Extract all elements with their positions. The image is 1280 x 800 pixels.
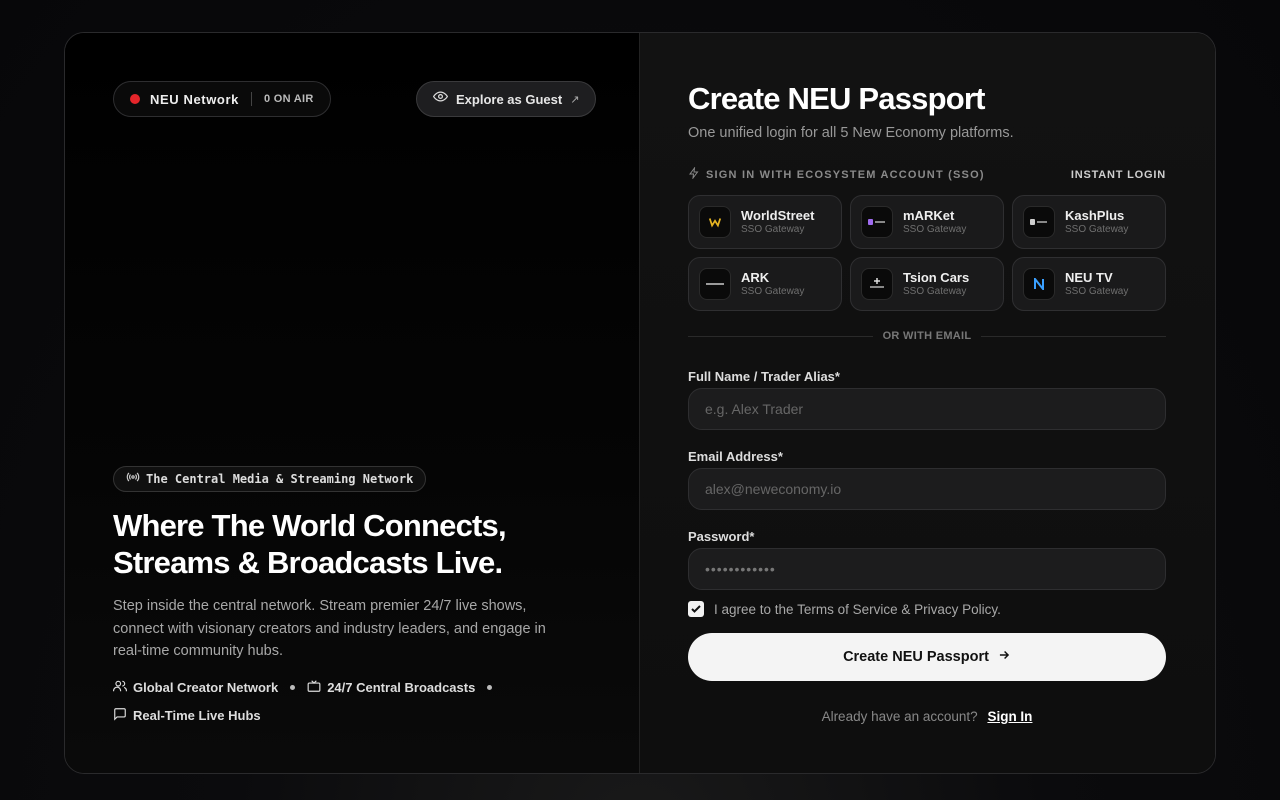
sso-name: mARKet: [903, 208, 955, 223]
ark-logo-icon: [699, 268, 731, 300]
sso-text: ARK SSO Gateway: [741, 270, 804, 298]
instant-login-label: INSTANT LOGIN: [1070, 168, 1166, 181]
sso-name: NEU TV: [1065, 270, 1113, 285]
sso-name: WorldStreet: [741, 208, 815, 223]
sso-name: Tsion Cars: [903, 270, 970, 285]
live-dot-icon: [130, 94, 140, 104]
sso-worldstreet-button[interactable]: WorldStreet SSO Gateway: [688, 195, 842, 249]
signin-prompt: Already have an account? Sign In: [688, 709, 1166, 724]
sso-ark-button[interactable]: ARK SSO Gateway: [688, 257, 842, 311]
feature-list: Global Creator Network 24/7 Central Broa…: [113, 679, 573, 723]
sso-name: KashPlus: [1065, 208, 1125, 223]
network-tag-text: The Central Media & Streaming Network: [146, 472, 414, 486]
sso-header: SIGN IN WITH ECOSYSTEM ACCOUNT (SSO) INS…: [688, 166, 1166, 182]
market-logo-icon: [861, 206, 893, 238]
feature-global-creator-network: Global Creator Network: [113, 679, 278, 695]
create-passport-button[interactable]: Create NEU Passport: [688, 633, 1166, 681]
terms-agreement: I agree to the Terms of Service & Privac…: [688, 601, 1001, 617]
email-input[interactable]: [688, 468, 1166, 510]
terms-text: I agree to the Terms of Service & Privac…: [714, 601, 1001, 617]
or-divider: OR WITH EMAIL: [688, 329, 1166, 343]
sso-tsion-cars-button[interactable]: Tsion Cars SSO Gateway: [850, 257, 1004, 311]
password-label: Password*: [688, 529, 755, 544]
broadcast-icon: [126, 470, 140, 489]
have-account-text: Already have an account?: [821, 709, 978, 724]
sso-provider-grid: WorldStreet SSO Gateway mARKet SSO Gatew…: [688, 195, 1166, 311]
eye-icon: [432, 89, 449, 109]
external-arrow-icon: ↗: [570, 93, 580, 106]
sso-text: mARKet SSO Gateway: [903, 208, 966, 236]
create-passport-label: Create NEU Passport: [843, 649, 989, 665]
network-tag: The Central Media & Streaming Network: [113, 466, 427, 492]
sso-subtitle: SSO Gateway: [1065, 224, 1129, 235]
kashplus-logo-icon: [1023, 206, 1055, 238]
password-value: ••••••••••••: [705, 561, 776, 577]
chat-icon: [113, 707, 127, 724]
terms-checkbox[interactable]: [688, 601, 704, 617]
sso-subtitle: SSO Gateway: [1065, 286, 1129, 297]
form-title: Create NEU Passport: [688, 81, 985, 116]
explore-as-guest-label: Explore as Guest: [456, 91, 563, 107]
feature-bullet: [487, 684, 493, 690]
sso-subtitle: SSO Gateway: [903, 224, 967, 235]
sso-neu-tv-button[interactable]: NEU TV SSO Gateway: [1012, 257, 1166, 311]
hero-headline: Where The World Connects, Streams & Broa…: [113, 508, 507, 580]
divider-line: [981, 335, 1166, 337]
sso-subtitle: SSO Gateway: [741, 224, 805, 235]
full-name-input[interactable]: [688, 388, 1166, 430]
sso-subtitle: SSO Gateway: [741, 286, 805, 297]
sso-text: NEU TV SSO Gateway: [1065, 270, 1128, 298]
password-input[interactable]: ••••••••••••: [688, 548, 1166, 590]
arrow-right-icon: [997, 648, 1011, 666]
sso-heading: SIGN IN WITH ECOSYSTEM ACCOUNT (SSO): [688, 166, 985, 182]
feature-central-broadcasts: 24/7 Central Broadcasts: [307, 679, 475, 695]
sso-market-button[interactable]: mARKet SSO Gateway: [850, 195, 1004, 249]
email-label: Email Address*: [688, 449, 783, 464]
network-name: NEU Network: [150, 91, 239, 107]
worldstreet-logo-icon: [699, 206, 731, 238]
tsion-cars-logo-icon: [861, 268, 893, 300]
tv-icon: [307, 679, 321, 696]
sso-name: ARK: [741, 270, 770, 285]
lightning-icon: [688, 166, 700, 182]
divider-text: OR WITH EMAIL: [882, 330, 972, 342]
feature-label: Real-Time Live Hubs: [133, 707, 261, 723]
full-name-label: Full Name / Trader Alias*: [688, 369, 840, 384]
on-air-count: 0 ON AIR: [263, 93, 314, 105]
sign-in-link[interactable]: Sign In: [987, 709, 1032, 724]
sso-heading-text: SIGN IN WITH ECOSYSTEM ACCOUNT (SSO): [706, 168, 985, 181]
pill-divider: [250, 92, 252, 106]
signup-form-panel: Create NEU Passport One unified login fo…: [640, 33, 1215, 773]
feature-label: 24/7 Central Broadcasts: [327, 679, 476, 695]
sso-text: KashPlus SSO Gateway: [1065, 208, 1128, 236]
sso-subtitle: SSO Gateway: [903, 286, 967, 297]
sso-kashplus-button[interactable]: KashPlus SSO Gateway: [1012, 195, 1166, 249]
users-icon: [113, 679, 127, 696]
network-status-pill: NEU Network 0 ON AIR: [113, 81, 331, 117]
hero-panel: NEU Network 0 ON AIR Explore as Guest ↗ …: [65, 33, 640, 773]
sso-text: WorldStreet SSO Gateway: [741, 208, 814, 236]
sso-text: Tsion Cars SSO Gateway: [903, 270, 969, 298]
form-subtitle: One unified login for all 5 New Economy …: [688, 125, 1014, 141]
feature-label: Global Creator Network: [133, 679, 279, 695]
neu-tv-logo-icon: [1023, 268, 1055, 300]
feature-live-hubs: Real-Time Live Hubs: [113, 707, 261, 723]
signup-card: NEU Network 0 ON AIR Explore as Guest ↗ …: [64, 32, 1216, 774]
divider-line: [688, 335, 873, 337]
feature-bullet: [290, 684, 296, 690]
hero-description: Step inside the central network. Stream …: [113, 598, 546, 659]
explore-as-guest-button[interactable]: Explore as Guest ↗: [416, 81, 597, 117]
